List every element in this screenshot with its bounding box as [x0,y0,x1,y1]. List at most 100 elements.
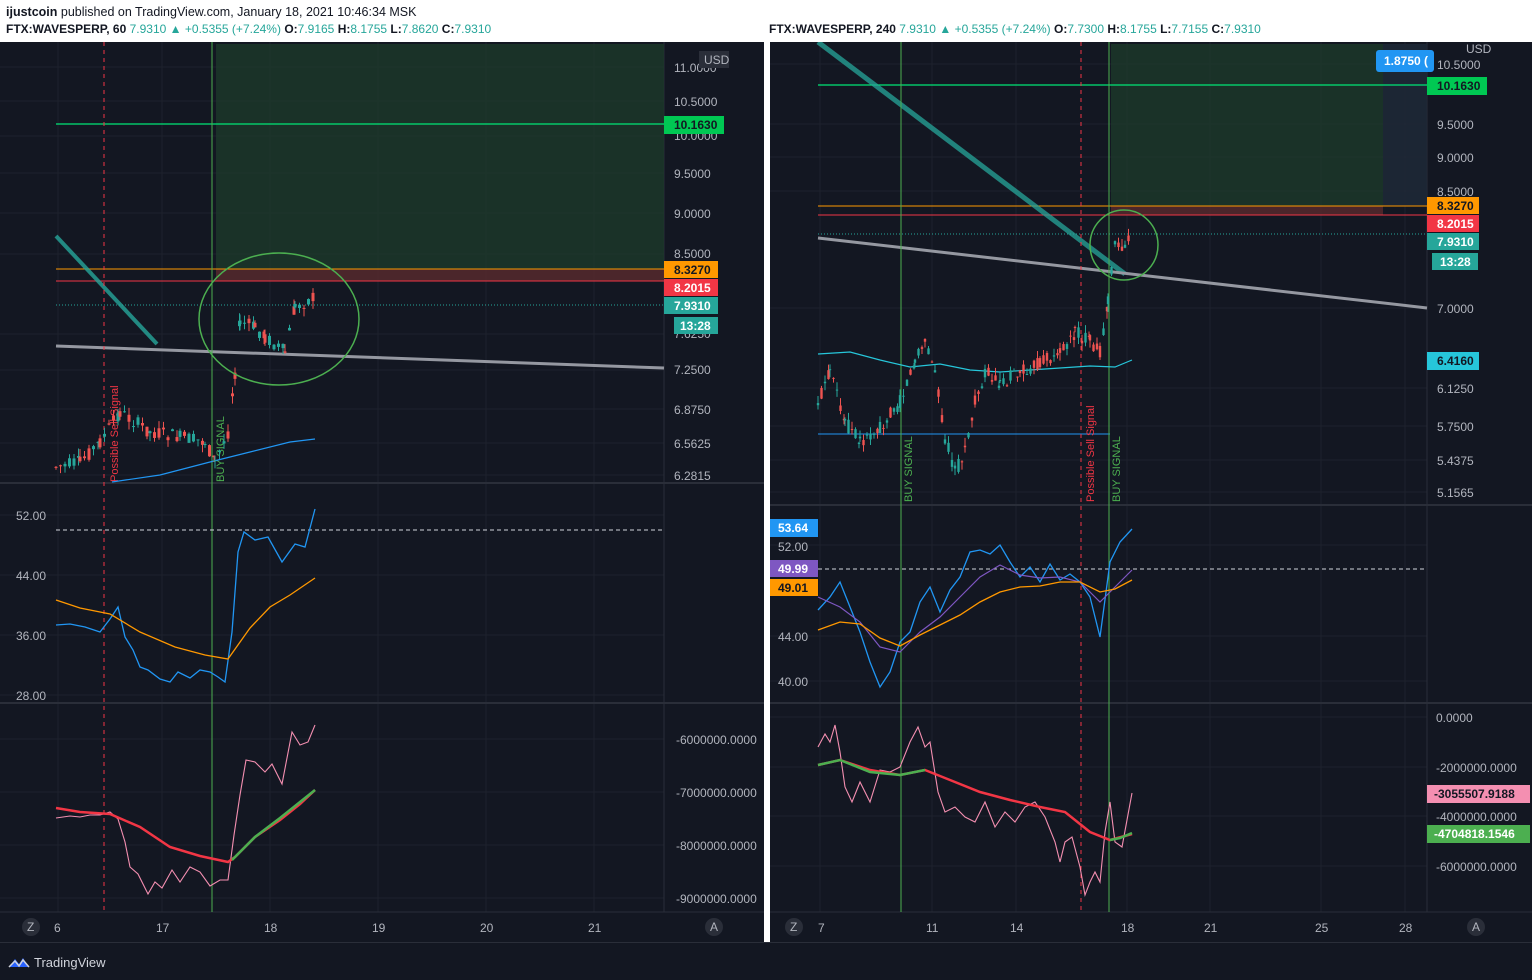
candle-body [307,299,310,305]
left-time-axis[interactable]: 6 17 18 19 20 21 [54,921,602,935]
candle-body [178,430,182,437]
right-symbol[interactable]: FTX:WAVESPERP, 240 [769,22,896,36]
oscillator-blue-line [55,508,316,684]
candle-body [298,304,301,309]
left-low-label: L: [390,22,402,36]
left-high: 8.1755 [350,22,388,36]
candle-body [1120,246,1124,251]
candle-body [1113,241,1117,245]
candle-body [1016,376,1019,378]
candle-body [183,431,186,436]
candle-body [203,443,207,446]
price-tick: 8.5000 [1437,185,1474,199]
candle-body [1022,364,1025,374]
right-high: 8.1755 [1120,22,1157,36]
tp-price-text: 10.1630 [674,118,718,132]
candle-body [293,303,297,308]
price-tick: 6.1250 [1437,382,1474,396]
grey-trendline[interactable] [55,344,665,370]
price-tick: 10.5000 [674,95,718,109]
up-arrow-icon: ▲ [939,22,952,36]
price-tick: 8.5000 [674,247,711,261]
osc-orange-text: 49.01 [778,581,808,595]
author-name[interactable]: ijustcoin [6,5,57,19]
left-osc-axis: 52.00 44.00 36.00 28.00 [16,509,46,703]
osc-tick: 44.00 [16,569,46,583]
candle-body [1005,385,1009,387]
candle-body [83,456,86,459]
auto-scale-icon-letter: A [1472,920,1480,934]
stop-loss-zone[interactable] [216,269,664,281]
candle-body [127,414,131,422]
candle-body [994,375,997,381]
candle-body [1088,335,1092,341]
right-chart-svg[interactable]: BUY SIGNAL Possible Sell Signal BUY SIGN… [770,42,1532,942]
last-price-text: 7.9310 [1437,235,1474,249]
candle-body [892,408,896,412]
ema-line [817,351,1133,373]
price-tick: 6.8750 [674,403,711,417]
candle-body [107,423,111,425]
candle-body [943,439,947,444]
stop-loss-zone[interactable] [1111,206,1383,215]
price-tick: 5.7500 [1437,420,1474,434]
candle-body [288,327,291,331]
candle-body [990,379,994,382]
long-position-zone[interactable] [1111,44,1383,206]
volume-red-line [55,789,316,864]
candle-body [983,368,987,378]
time-tick: 19 [372,921,386,935]
right-change: +0.5355 (+7.24%) [954,22,1051,36]
candle-body [850,429,854,431]
teal-trendline[interactable] [54,234,159,346]
left-chart-svg[interactable]: Possible Sell Signal BUY SIGNAL 11.0000 … [0,42,764,942]
candle-body [832,377,835,379]
candle-body [963,445,967,448]
osc-blue-text: 53.64 [778,521,808,535]
osc-tick: 52.00 [16,509,46,523]
candle-body [175,437,179,442]
vol-green-text: -4704818.1546 [1434,827,1515,841]
stop-price-text: 8.2015 [1437,217,1474,231]
time-tick: 7 [818,921,825,935]
time-tick: 21 [1204,921,1218,935]
candle-body [118,411,122,417]
candle-body [889,407,892,418]
candle-body [973,395,977,405]
candle-body [283,351,287,353]
right-time-axis[interactable]: 7 11 14 18 21 25 28 [818,921,1413,935]
candle-body [917,348,920,356]
left-low: 7.8620 [401,22,439,36]
candle-body [302,307,306,309]
candle-body [1025,374,1029,376]
candle-body [98,438,102,448]
zoom-icon-letter: Z [27,920,34,934]
price-tick: 9.0000 [674,207,711,221]
time-tick: 11 [926,921,939,935]
left-chart-panel[interactable]: Possible Sell Signal BUY SIGNAL 11.0000 … [0,42,764,942]
tp-price-text: 10.1630 [1437,79,1481,93]
candle-body [820,387,823,399]
tradingview-logo-icon[interactable] [8,955,30,969]
candle-body [231,393,234,397]
right-chart-panel[interactable]: BUY SIGNAL Possible Sell Signal BUY SIGN… [770,42,1532,942]
long-position-zone[interactable] [216,44,664,269]
candle-body [967,432,970,438]
candle-body [930,361,934,363]
right-price-axis[interactable]: 10.5000 9.5000 9.0000 8.5000 7.0000 6.12… [1437,58,1481,500]
candle-body [187,433,191,443]
footer-brand[interactable]: TradingView [34,955,106,970]
candle-body [882,427,885,429]
candle-body [72,458,76,466]
publish-header: ijustcoin published on TradingView.com, … [0,0,1532,42]
candle-body [132,426,135,428]
left-symbol[interactable]: FTX:WAVESPERP, 60 [6,22,126,36]
candle-body [987,367,990,376]
candle-body [148,431,152,434]
price-tick: 9.5000 [1437,118,1474,132]
time-tick: 17 [156,921,170,935]
candle-body [960,461,964,463]
right-last: 7.9310 [899,22,936,36]
teal-trendline[interactable] [816,42,1127,276]
candle-body [1095,343,1099,350]
